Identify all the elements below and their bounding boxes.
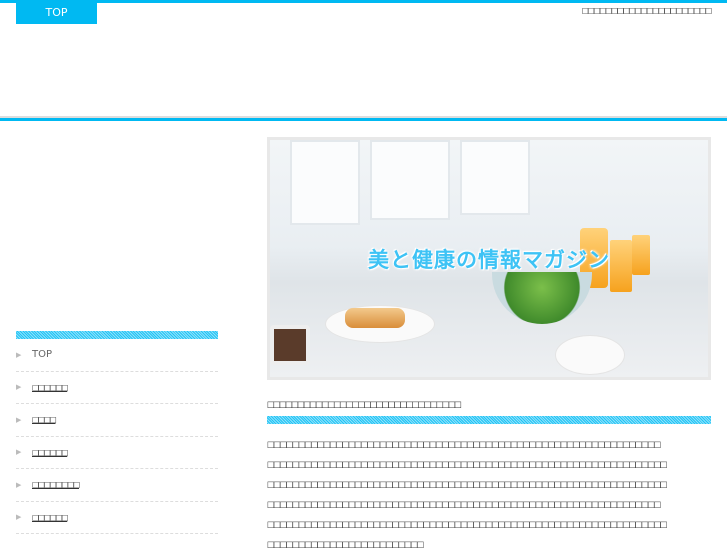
sidebar-link[interactable]: □□□□□□ [32,448,69,457]
hero-banner-image: 美と健康の情報マガジン [267,137,711,380]
article-title: □□□□□□□□□□□□□□□□□□□□□□□□□□□□□□□□ [267,399,462,409]
sidebar-item[interactable]: ▶ □□□□□□ [16,372,218,404]
article-line: □□□□□□□□□□□□□□□□□□□□□□□□□□□□□□□□□□□□□□□□… [267,499,661,510]
window-decor [290,140,360,225]
article-line: □□□□□□□□□□□□□□□□□□□□□□□□□□□□□□□□□□□□□□□□… [267,519,668,530]
chevron-right-icon: ▶ [16,415,22,424]
sidebar-item[interactable]: ▶ □□□□□□□□ [16,469,218,502]
chevron-right-icon: ▶ [16,350,22,359]
window-decor [370,140,450,220]
title-stripe-divider [267,416,711,424]
article-body: □□□□□□□□□□□□□□□□□□□□□□□□□□□□□□□□□□□□□□□□… [267,434,711,555]
sidebar-link[interactable]: □□□□□□ [32,513,69,522]
sidebar-link[interactable]: □□□□□□ [32,383,69,392]
chevron-right-icon: ▶ [16,448,22,457]
article-line: □□□□□□□□□□□□□□□□□□□□□□□□□□□□□□□□□□□□□□□□… [267,459,668,470]
sidebar-item[interactable]: ▶ □□□□□□ [16,437,218,469]
sidebar-link[interactable]: □□□□□□□□ [32,480,80,489]
sidebar-link[interactable]: □□□□ [32,415,57,424]
chevron-right-icon: ▶ [16,513,22,522]
sidebar-item[interactable]: ▶ □□□□□□ [16,502,218,534]
plate [555,335,625,375]
sidebar-item-top[interactable]: ▶ TOP [16,339,218,372]
top-accent-bar [0,0,727,3]
top-nav-button[interactable]: TOP [16,3,97,24]
window-decor [460,140,530,215]
bread [345,308,405,328]
sidebar-item[interactable]: ▶ □□□□ [16,404,218,437]
salad-bowl [492,272,592,324]
site-tagline: □□□□□□□□□□□□□□□□□□□□□□ [581,6,713,15]
header-accent-line [0,118,727,121]
chevron-right-icon: ▶ [16,383,22,392]
sidebar-stripe-divider [16,331,218,339]
chevron-right-icon: ▶ [16,480,22,489]
hero-title: 美と健康の情報マガジン [368,248,610,272]
sidebar-link[interactable]: TOP [32,349,52,360]
article-line: □□□□□□□□□□□□□□□□□□□□□□□□□□□□□□□□□□□□□□□□… [267,479,668,490]
coffee-cup [270,325,310,365]
sidebar-nav: ▶ TOP ▶ □□□□□□ ▶ □□□□ ▶ □□□□□□ ▶ □□□□□□□□ ▶ □□… [16,331,218,534]
article-line: □□□□□□□□□□□□□□□□□□□□□□□□□□□□□□□□□□□□□□□□… [267,439,661,449]
